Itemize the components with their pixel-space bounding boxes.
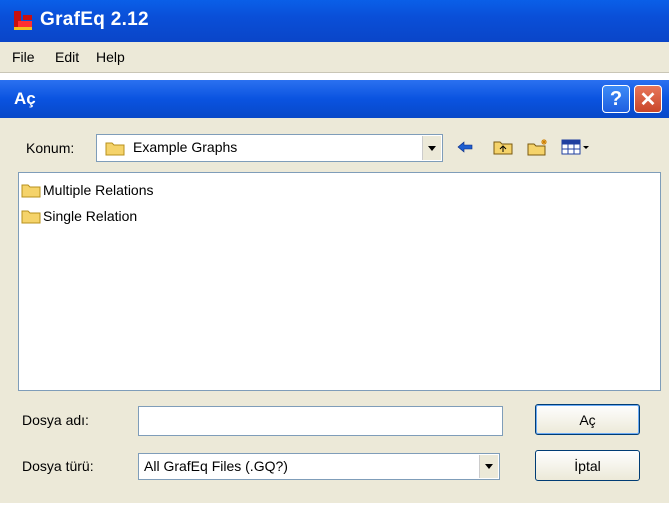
filename-input[interactable] — [138, 406, 503, 436]
help-button[interactable]: ? — [602, 85, 630, 113]
filetype-dropdown[interactable]: All GrafEq Files (.GQ?) — [138, 453, 500, 480]
app-titlebar: GrafEq 2.12 — [0, 0, 669, 42]
list-item-label: Single Relation — [43, 208, 138, 224]
list-item-label: Multiple Relations — [43, 182, 154, 198]
filetype-dropdown-arrow[interactable] — [479, 455, 498, 478]
location-dropdown-arrow[interactable] — [422, 136, 441, 160]
location-value: Example Graphs — [133, 139, 238, 155]
open-button[interactable]: Aç — [535, 404, 640, 435]
dialog-titlebar: Aç ? ✕ — [0, 80, 669, 118]
view-menu-icon[interactable] — [559, 136, 593, 158]
open-dialog: Aç ? ✕ Konum: Example Graphs Multiple Re… — [0, 80, 669, 503]
menubar: File Edit Help — [0, 42, 669, 73]
list-item[interactable]: Single Relation — [21, 206, 137, 226]
grafeq-logo-icon — [14, 11, 32, 30]
back-icon[interactable] — [454, 136, 476, 158]
file-list[interactable]: Multiple Relations Single Relation — [18, 172, 661, 391]
list-item[interactable]: Multiple Relations — [21, 180, 154, 200]
cancel-button[interactable]: İptal — [535, 450, 640, 481]
dialog-title: Aç — [14, 89, 36, 108]
app-title: GrafEq 2.12 — [40, 9, 149, 30]
menu-file[interactable]: File — [12, 49, 35, 65]
location-dropdown[interactable]: Example Graphs — [96, 134, 443, 162]
folder-icon — [21, 210, 41, 223]
up-one-level-icon[interactable] — [492, 136, 514, 158]
filetype-label: Dosya türü: — [22, 458, 94, 474]
menu-help[interactable]: Help — [96, 49, 125, 65]
filetype-value: All GrafEq Files (.GQ?) — [144, 458, 288, 474]
close-button[interactable]: ✕ — [634, 85, 662, 113]
folder-icon — [21, 184, 41, 197]
filename-label: Dosya adı: — [22, 412, 89, 428]
folder-icon — [105, 142, 125, 156]
location-label: Konum: — [26, 140, 75, 156]
menu-edit[interactable]: Edit — [55, 49, 79, 65]
new-folder-icon[interactable] — [527, 136, 549, 158]
